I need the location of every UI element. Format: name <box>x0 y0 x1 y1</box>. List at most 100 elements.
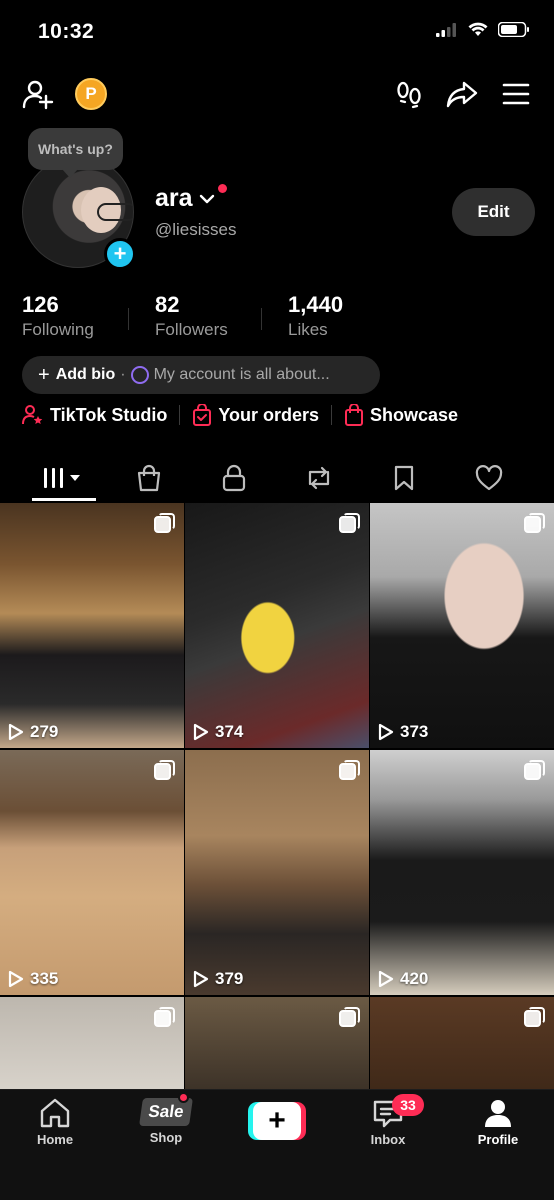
stat-label: Following <box>22 320 94 339</box>
nav-label: Shop <box>149 1130 183 1145</box>
grid-icon <box>44 468 80 488</box>
avatar-glasses <box>97 203 133 221</box>
profile-name[interactable]: ara <box>155 184 215 213</box>
tab-favorites[interactable] <box>369 456 439 500</box>
video-grid: 279 374 373 335 379 420 <box>0 503 554 1089</box>
stat-value: 126 <box>22 292 59 317</box>
view-count: 374 <box>193 722 243 742</box>
nav-profile[interactable]: Profile <box>453 1098 543 1147</box>
inbox-badge: 33 <box>392 1094 424 1116</box>
view-count-text: 379 <box>215 969 244 988</box>
tiktok-studio-link[interactable]: TikTok Studio <box>22 404 167 426</box>
home-icon <box>40 1098 70 1128</box>
photo-mode-icon <box>154 1007 175 1027</box>
showcase-link[interactable]: Showcase <box>344 404 458 426</box>
footprints-icon[interactable] <box>391 76 427 112</box>
link-divider <box>331 405 333 425</box>
coin-icon[interactable]: P <box>75 78 107 110</box>
signal-icon <box>436 22 456 37</box>
video-thumbnail[interactable]: 373 <box>370 503 554 748</box>
person-star-icon <box>22 405 43 425</box>
heart-icon <box>475 465 503 491</box>
stat-following[interactable]: 126 Following <box>22 292 128 340</box>
wifi-icon <box>468 22 488 36</box>
add-bio-label: Add bio <box>55 366 116 383</box>
shopping-bag-check-icon <box>193 404 212 426</box>
view-count: 335 <box>8 969 58 989</box>
status-bubble[interactable]: What's up? <box>28 128 123 178</box>
play-icon <box>193 970 209 988</box>
view-count: 279 <box>8 722 58 742</box>
view-count-text: 420 <box>400 969 429 988</box>
stat-value: 82 <box>155 292 180 317</box>
view-count-text: 374 <box>215 722 244 741</box>
menu-icon[interactable] <box>498 76 534 112</box>
shopping-bag-icon <box>345 404 364 426</box>
nav-home[interactable]: Home <box>10 1098 100 1147</box>
edit-profile-button[interactable]: Edit <box>452 188 535 236</box>
smile-icon <box>130 366 149 384</box>
status-icons <box>436 22 530 37</box>
top-nav: P <box>0 72 554 118</box>
link-label: TikTok Studio <box>50 404 168 425</box>
play-icon <box>378 723 394 741</box>
plus-icon: + <box>38 364 50 386</box>
nav-label: Profile <box>477 1132 519 1147</box>
tab-videos[interactable] <box>29 456 99 500</box>
tab-reposts[interactable] <box>284 456 354 500</box>
profile-icon <box>485 1100 511 1127</box>
video-thumbnail[interactable] <box>185 997 369 1089</box>
video-thumbnail[interactable]: 379 <box>185 750 369 995</box>
view-count: 373 <box>378 722 428 742</box>
stat-followers[interactable]: 82 Followers <box>129 292 261 340</box>
nav-shop[interactable]: Sale Shop <box>121 1098 211 1145</box>
view-count: 379 <box>193 969 243 989</box>
tab-private[interactable] <box>199 456 269 500</box>
notification-dot <box>218 184 227 193</box>
nav-label: Inbox <box>370 1132 406 1147</box>
chevron-down-icon <box>199 194 214 203</box>
stat-value: 1,440 <box>288 292 344 317</box>
battery-icon <box>498 22 529 37</box>
add-friend-icon[interactable] <box>20 76 56 112</box>
photo-mode-icon <box>339 513 360 533</box>
active-tab-indicator <box>32 498 96 501</box>
video-thumbnail[interactable] <box>370 997 554 1089</box>
bio-placeholder: My account is all about... <box>153 366 330 383</box>
view-count-text: 335 <box>30 969 59 988</box>
links-row: TikTok Studio Your orders Showcase <box>22 402 458 428</box>
avatar-add-icon[interactable]: + <box>104 238 136 270</box>
view-count: 420 <box>378 969 428 989</box>
video-thumbnail[interactable]: 420 <box>370 750 554 995</box>
bio-separator: · <box>120 366 126 383</box>
link-label: Showcase <box>370 404 459 425</box>
view-count-text: 373 <box>400 722 429 741</box>
add-bio-button[interactable]: + Add bio · My account is all about... <box>22 356 380 394</box>
photo-mode-icon <box>524 1007 545 1027</box>
video-thumbnail[interactable] <box>0 997 184 1089</box>
bookmark-icon <box>394 465 414 491</box>
share-icon[interactable] <box>444 76 480 112</box>
video-thumbnail[interactable]: 374 <box>185 503 369 748</box>
status-bar: 10:32 <box>0 0 554 66</box>
link-label: Your orders <box>218 404 320 425</box>
lock-icon <box>222 464 246 492</box>
shop-notification-dot <box>178 1092 189 1103</box>
video-thumbnail[interactable]: 335 <box>0 750 184 995</box>
stats-row: 126 Following 82 Followers 1,440 Likes <box>22 292 343 340</box>
create-button[interactable]: + <box>248 1102 306 1140</box>
photo-mode-icon <box>524 513 545 533</box>
stat-likes[interactable]: 1,440 Likes <box>262 292 343 340</box>
video-thumbnail[interactable]: 279 <box>0 503 184 748</box>
nav-label: Home <box>36 1132 74 1147</box>
profile-name-text: ara <box>155 184 193 212</box>
play-icon <box>8 970 24 988</box>
your-orders-link[interactable]: Your orders <box>192 404 319 426</box>
plus-icon: + <box>253 1102 301 1140</box>
tab-shop[interactable] <box>114 456 184 500</box>
photo-mode-icon <box>154 513 175 533</box>
play-icon <box>378 970 394 988</box>
photo-mode-icon <box>154 760 175 780</box>
bottom-nav: Home Sale Shop + Inbox 33 Profile <box>0 1089 554 1200</box>
tab-liked[interactable] <box>454 456 524 500</box>
